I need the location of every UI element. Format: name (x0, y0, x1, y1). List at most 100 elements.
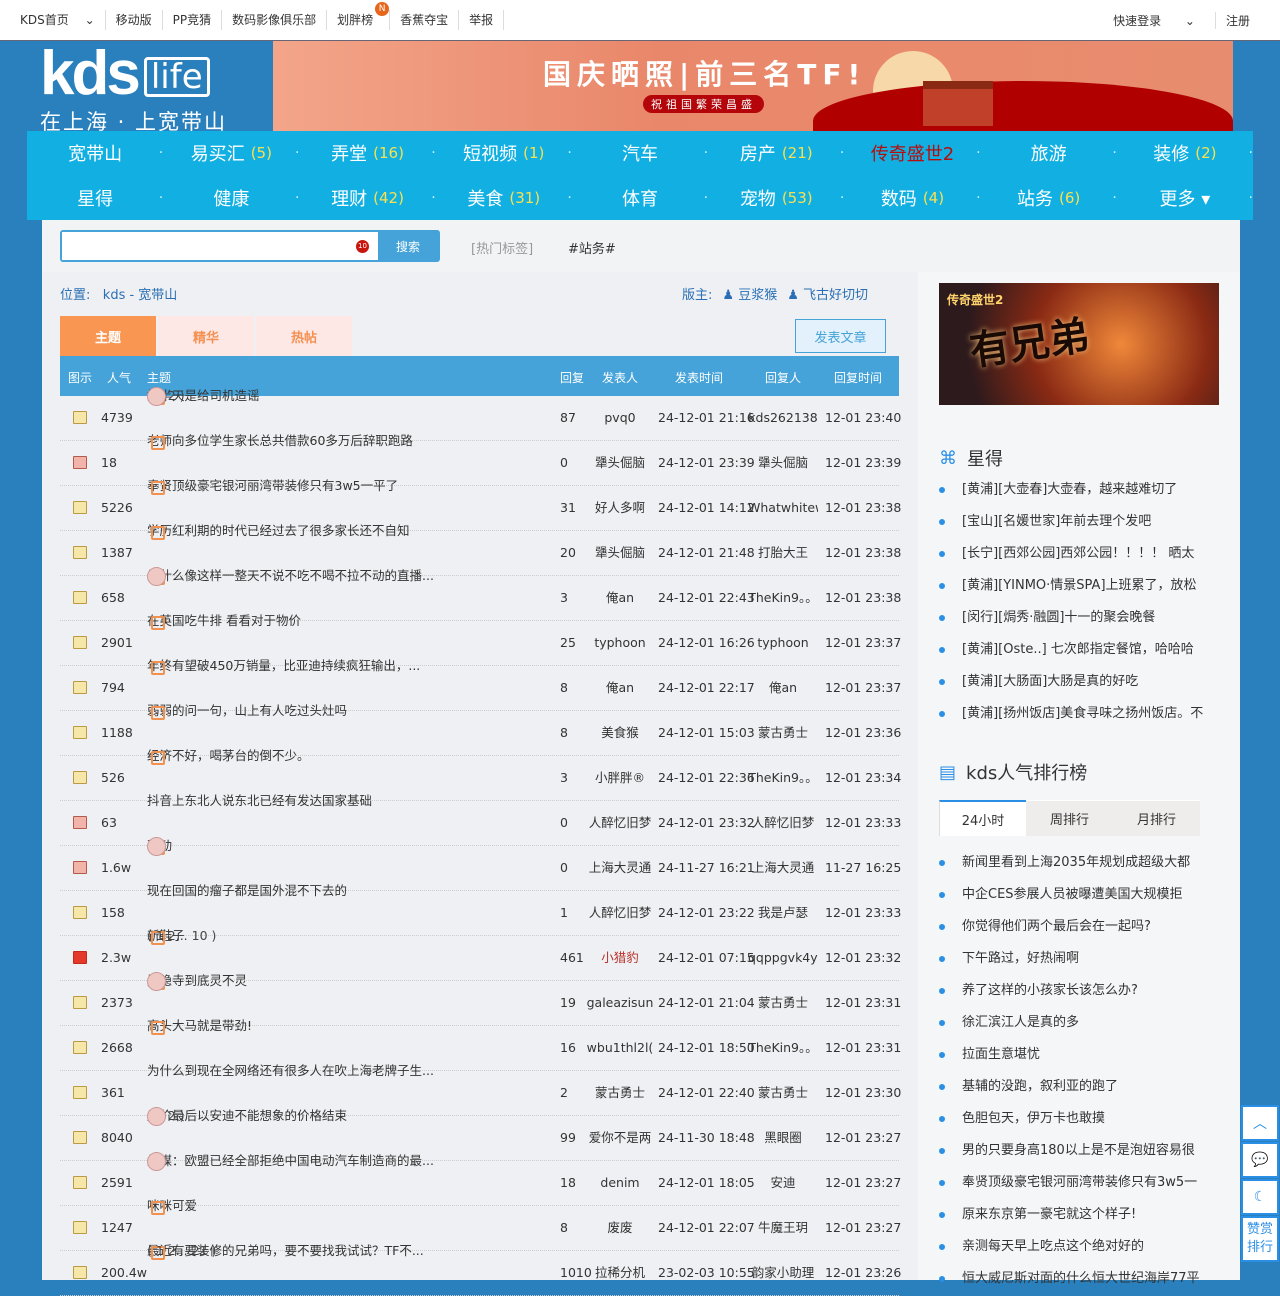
list-item[interactable]: 恒大威尼斯对面的什么恒大世纪海岸77平 (939, 1263, 1224, 1295)
table-row[interactable]: 200.4w 最近有要装修的兄弟吗，要不要找我试试？TF不...( 1 2... … (60, 1243, 901, 1296)
top-link-pp[interactable]: PP竞猜 (163, 10, 223, 30)
moderator-link[interactable]: ♟ 豆浆猴 (722, 284, 777, 303)
list-item[interactable]: [黄浦][大壶春]大壶春，越来越难切了 (939, 474, 1224, 506)
list-item[interactable]: [黄浦][大肠面]大肠是真的好吃 (939, 666, 1224, 698)
table-row[interactable]: 63 抖音上东北人说东北已经有发达国家基础 0 人醉忆旧梦 24-12-01 23:32… (60, 793, 901, 846)
last-replier-link[interactable]: 黑眼圈 (748, 1116, 818, 1160)
list-item[interactable]: 基辅的没跑，叙利亚的跑了 (939, 1071, 1224, 1103)
thread-title-link[interactable]: 老师向多位学生家长总共借款60多万后辞职跑路 (147, 419, 413, 463)
nav-item[interactable]: 美食 (31) (436, 176, 572, 221)
thread-title-link[interactable]: 年终有望破450万销量，比亚迪持续疯狂输出，... (147, 644, 420, 688)
top-link-rank[interactable]: 划胖榜 N (327, 2, 391, 30)
top-link-home[interactable]: KDS首页 ⌄ (0, 10, 106, 30)
thread-title-link[interactable]: 奉贤顶级豪宅银河丽湾带装修只有3w5一平了 (147, 464, 398, 508)
list-item[interactable]: 拉面生意堪忧 (939, 1039, 1224, 1071)
author-link[interactable]: 俺an (585, 666, 655, 710)
author-link[interactable]: 俺an (585, 576, 655, 620)
night-mode-button[interactable]: ☾ (1241, 1179, 1279, 1215)
thread-title-link[interactable]: 学历红利期的时代已经过去了很多家长还不自知 (147, 509, 410, 553)
thread-title-link[interactable]: 抖音上东北人说东北已经有发达国家基础 (147, 779, 372, 823)
thread-title-link[interactable]: 现在回国的瘤子都是国外混不下去的 (147, 869, 347, 913)
last-replier-link[interactable]: qqppgvk4y( (748, 936, 818, 980)
tab-topics[interactable]: 主题 (60, 316, 156, 356)
last-replier-link[interactable]: 我是卢瑟 (748, 891, 818, 935)
list-item[interactable]: 下午路过，好热闹啊 (939, 943, 1224, 975)
last-replier-link[interactable]: 犟头倔脑 (748, 441, 818, 485)
breadcrumb-link[interactable]: kds - 宽带山 (103, 288, 178, 303)
top-link-digital[interactable]: 数码影像俱乐部 (222, 10, 328, 30)
nav-item[interactable]: 健康 (163, 176, 299, 221)
last-replier-link[interactable]: kds262138 (748, 396, 818, 440)
site-logo[interactable]: kds life 在上海 · 上宽带山 (40, 43, 227, 136)
list-item[interactable]: 色胆包天，伊万卡也敢摸 (939, 1103, 1224, 1135)
last-replier-link[interactable]: TheKin9。。 (748, 576, 818, 620)
page-links[interactable]: ( 1 2... 21 ) (147, 1229, 216, 1273)
list-item[interactable]: [闵行][焗秀·融圆]十一的聚会晚餐 (939, 602, 1224, 634)
last-replier-link[interactable]: 蒙古勇士 (748, 711, 818, 755)
list-item[interactable]: [黄浦][Oste..] 七次郎指定餐馆，哈哈哈 (939, 634, 1224, 666)
author-link[interactable]: 上海大灵通 (585, 846, 655, 890)
nav-item[interactable]: 站务 (6) (981, 176, 1117, 221)
author-link[interactable]: 人醉忆旧梦 (585, 801, 655, 845)
back-to-top-button[interactable]: ︿ (1241, 1105, 1279, 1141)
thread-title-link[interactable]: 外媒：欧盟已经全部拒绝中国电动汽车制造商的最... (147, 1139, 434, 1183)
tab-24h[interactable]: 24小时 (939, 800, 1026, 836)
author-link[interactable]: denim (585, 1161, 655, 1205)
new-post-button[interactable]: 发表文章 (795, 319, 886, 353)
chevron-down-icon[interactable]: ⌄ (85, 13, 95, 27)
tab-featured[interactable]: 精华 (158, 316, 254, 356)
author-link[interactable]: typhoon (585, 621, 655, 665)
search-input[interactable] (62, 232, 378, 260)
tab-hot[interactable]: 热帖 (256, 316, 352, 356)
thread-title-link[interactable]: 在英国吃牛排 看看对于物价 (147, 599, 301, 643)
last-replier-link[interactable]: TheKin9。。 (748, 756, 818, 800)
list-item[interactable]: 中企CES参展人员被曝遭美国大规模拒 (939, 879, 1224, 911)
top-link-mobile[interactable]: 移动版 (106, 10, 163, 30)
list-item[interactable]: 新闻里看到上海2035年规划成超级大都 (939, 847, 1224, 879)
nav-item[interactable]: 汽车 (572, 131, 708, 176)
promo-banner[interactable]: 国庆晒照|前三名TF! 祝祖国繁荣昌盛 (273, 41, 1233, 131)
nav-item[interactable]: 更多 ▾ (1117, 176, 1254, 221)
last-replier-link[interactable]: 蒙古勇士 (748, 981, 818, 1025)
list-item[interactable]: 亲测每天早上吃点这个绝对好的 (939, 1231, 1224, 1263)
author-link[interactable]: 好人多啊 (585, 486, 655, 530)
last-replier-link[interactable]: 打胎大王 (748, 531, 818, 575)
tab-week[interactable]: 周排行 (1026, 800, 1113, 836)
list-item[interactable]: [黄浦][扬州饭店]美食寻味之扬州饭店。不 (939, 698, 1224, 730)
author-link[interactable]: 拉稀分机 (585, 1251, 655, 1295)
nav-item[interactable]: 装修 (2) (1117, 131, 1253, 176)
register-link[interactable]: 注册 (1214, 12, 1260, 29)
author-link[interactable]: 蒙古勇士 (585, 1071, 655, 1115)
author-link[interactable]: pvq0 (585, 396, 655, 440)
nav-item[interactable]: 易买汇 (5) (163, 131, 300, 176)
nav-item[interactable]: 数码 (4) (844, 176, 981, 221)
list-item[interactable]: 原来东京第一豪宅就这个样子! (939, 1199, 1224, 1231)
page-links[interactable]: ( 1 2... 10 ) (147, 914, 216, 958)
game-ad[interactable]: 传奇盛世2 有兄弟 (939, 283, 1219, 405)
nav-item[interactable]: 传奇盛世2 (844, 131, 981, 176)
last-replier-link[interactable]: 韵家小助理 (748, 1251, 818, 1295)
nav-item[interactable]: 旅游 (981, 131, 1117, 176)
reward-rank-button[interactable]: 赞赏 排行 (1241, 1216, 1279, 1262)
author-link[interactable]: 犟头倔脑 (585, 441, 655, 485)
author-link[interactable]: 小猎豹 (585, 936, 655, 980)
list-item[interactable]: 奉贤顶级豪宅银河丽湾带装修只有3w5一 (939, 1167, 1224, 1199)
list-item[interactable]: [宝山][名媛世家]年前去理个发吧 (939, 506, 1224, 538)
nav-item[interactable]: 宠物 (53) (708, 176, 845, 221)
nav-item[interactable]: 体育 (572, 176, 708, 221)
list-item[interactable]: 你觉得他们两个最后会在一起吗? (939, 911, 1224, 943)
thread-title-link[interactable]: 为什么像这样一整天不说不吃不喝不拉不动的直播... (147, 554, 434, 598)
author-link[interactable]: wbu1thl2l( (585, 1026, 655, 1070)
list-item[interactable]: [长宁][西郊公园]西郊公园！！！！ 晒太 (939, 538, 1224, 570)
nav-item[interactable]: 理财 (42) (299, 176, 436, 221)
hot-tags-label[interactable]: [热门标签] (471, 238, 533, 257)
last-replier-link[interactable]: 俺an (748, 666, 818, 710)
author-link[interactable]: galeazisun (585, 981, 655, 1025)
last-replier-link[interactable]: Whatwhitew (748, 486, 818, 530)
author-link[interactable]: 废废 (585, 1206, 655, 1250)
last-replier-link[interactable]: TheKin9。。 (748, 1026, 818, 1070)
nav-item[interactable]: 弄堂 (16) (299, 131, 436, 176)
last-replier-link[interactable]: 人醉忆旧梦 (748, 801, 818, 845)
thread-title-link[interactable]: 弱弱的问一句，山上有人吃过头灶吗 (147, 689, 347, 733)
quick-login[interactable]: 快速登录 ⌄ (1093, 12, 1215, 29)
